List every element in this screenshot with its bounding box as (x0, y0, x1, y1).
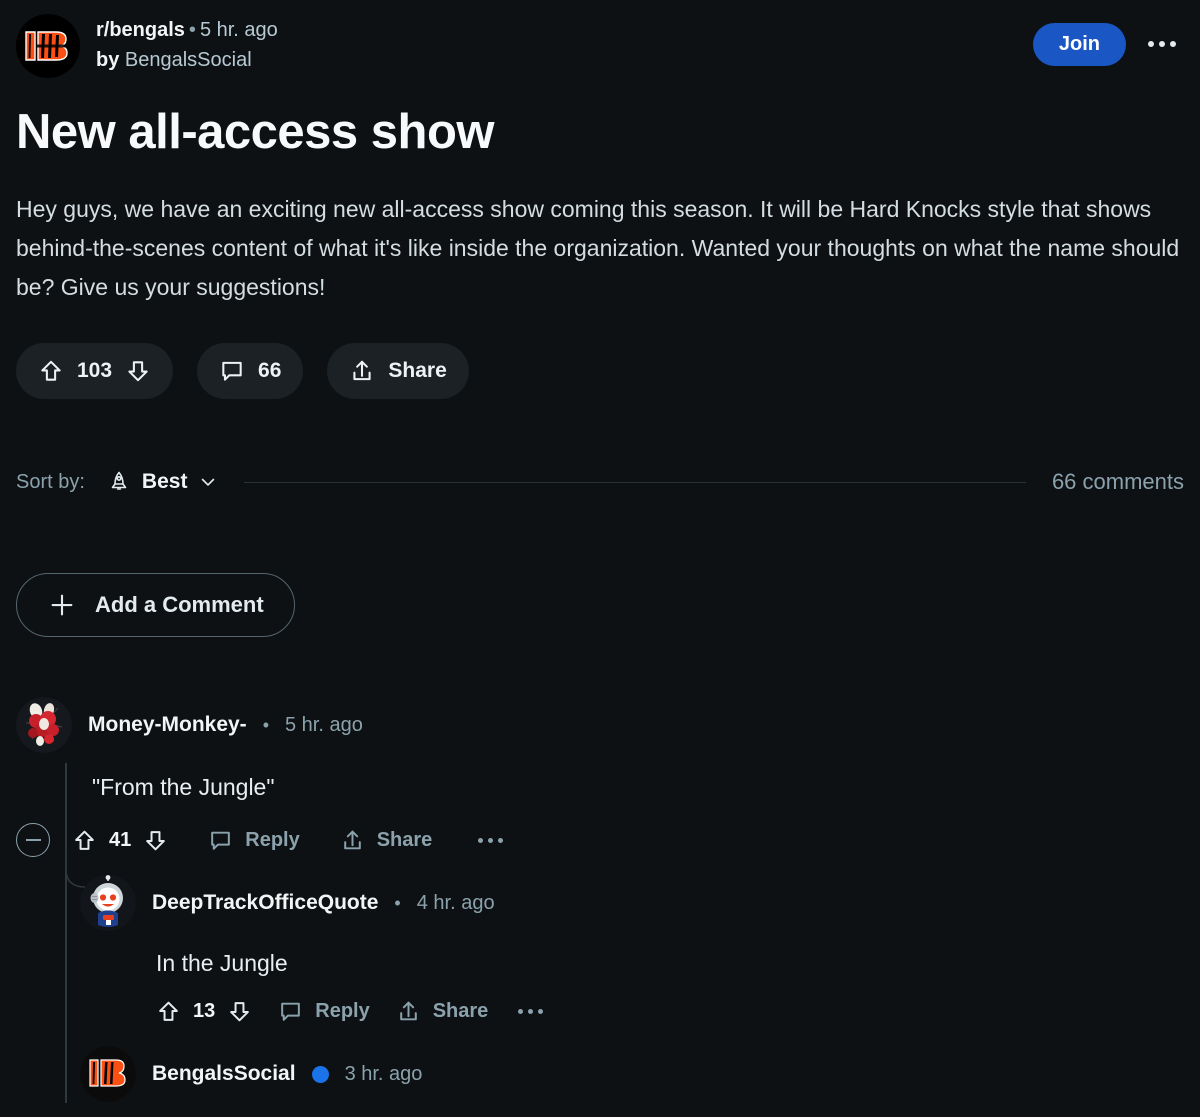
comment-vote-group: 41 (72, 828, 168, 853)
comments-pill[interactable]: 66 (197, 343, 304, 400)
chevron-down-icon (198, 472, 218, 492)
comment-separator: • (394, 892, 401, 913)
meta-separator: • (188, 19, 196, 41)
post-comment-count: 66 (258, 359, 282, 383)
kebab-dot (498, 837, 504, 843)
post-overflow-menu-icon[interactable] (1140, 22, 1184, 66)
reply-label: Reply (315, 1000, 370, 1023)
kebab-dot (518, 1009, 524, 1015)
rocket-icon (107, 470, 131, 494)
astronaut-snoo-avatar[interactable] (80, 875, 136, 932)
comment-score: 41 (109, 828, 132, 851)
share-arrow-icon (396, 999, 421, 1024)
verified-badge-icon (311, 1065, 329, 1083)
minus-bar (25, 839, 41, 842)
post-header-actions: Join (1032, 14, 1184, 66)
post-title: New all-access show (16, 105, 495, 159)
comment-body: "From the Jungle" (92, 774, 275, 801)
share-label: Share (432, 1000, 489, 1023)
post-body-text: Hey guys, we have an exciting new all-ac… (16, 196, 1180, 301)
comment-vote-group: 13 (156, 999, 252, 1024)
comment-overflow-menu-icon[interactable] (518, 1009, 544, 1015)
comment-action-bar: 41 Reply Share (16, 823, 1184, 858)
comment-bubble-icon (219, 358, 245, 384)
post-author-link[interactable]: BengalsSocial (125, 49, 252, 71)
comment-author[interactable]: Money-Monkey- (88, 713, 247, 737)
downvote-arrow-icon[interactable] (143, 828, 168, 853)
comment-reply-button[interactable]: Reply (208, 828, 300, 853)
comment-header: Money-Monkey- • 5 hr. ago (16, 697, 1184, 754)
collapse-minus-icon[interactable] (16, 823, 50, 858)
total-comments-label: 66 comments (1051, 469, 1184, 495)
comment-action-bar: 13 Reply Share (156, 999, 1184, 1024)
comment-author[interactable]: DeepTrackOfficeQuote (152, 891, 378, 915)
comment-author[interactable]: BengalsSocial (152, 1062, 296, 1086)
share-label: Share (388, 359, 447, 383)
post-meta: r/bengals • 5 hr. ago by BengalsSocial (96, 14, 1033, 74)
downvote-arrow-icon[interactable] (227, 999, 252, 1024)
post-meta-line-author: by BengalsSocial (96, 46, 1033, 74)
kebab-dot (1170, 41, 1176, 47)
comment-share-button[interactable]: Share (396, 999, 489, 1024)
comment-share-button[interactable]: Share (340, 828, 433, 853)
comment-header: DeepTrackOfficeQuote • 4 hr. ago (80, 875, 1184, 932)
reply-label: Reply (245, 828, 300, 851)
post-page: r/bengals • 5 hr. ago by BengalsSocial Joi… (0, 0, 1200, 1117)
comment-bubble-icon (278, 999, 303, 1024)
downvote-arrow-icon[interactable] (125, 358, 151, 384)
by-label: by (96, 49, 120, 71)
bengals-logo-avatar[interactable] (80, 1046, 136, 1103)
comment-score: 13 (193, 1000, 216, 1023)
post-meta-line-primary: r/bengals • 5 hr. ago (96, 17, 1033, 44)
kebab-dot (538, 1009, 544, 1015)
comment-body: In the Jungle (156, 950, 288, 977)
subreddit-link[interactable]: r/bengals (96, 19, 185, 41)
comments-list: Money-Monkey- • 5 hr. ago "From the Jung… (16, 697, 1184, 1104)
kebab-dot (1148, 41, 1154, 47)
sort-divider (244, 481, 1026, 483)
post-header: r/bengals • 5 hr. ago by BengalsSocial Joi… (16, 0, 1184, 78)
comment-bubble-icon (208, 828, 233, 853)
share-pill[interactable]: Share (327, 343, 469, 400)
sort-dropdown[interactable]: Best (107, 470, 219, 494)
comment-separator: • (262, 714, 269, 735)
kebab-dot (1159, 41, 1165, 47)
subreddit-avatar[interactable] (16, 14, 80, 78)
kebab-dot (488, 837, 494, 843)
sort-by-label: Sort by: (16, 470, 85, 493)
kebab-dot (528, 1009, 534, 1015)
plus-icon (47, 590, 77, 620)
sort-bar: Sort by: Best 66 comments (16, 469, 1184, 495)
add-comment-button[interactable]: Add a Comment (16, 573, 295, 638)
comment-reply: DeepTrackOfficeQuote • 4 hr. ago In the … (80, 875, 1184, 1024)
comment-thread-root: Money-Monkey- • 5 hr. ago "From the Jung… (16, 697, 1184, 858)
vote-pill: 103 (16, 343, 174, 400)
comment-overflow-menu-icon[interactable] (478, 837, 504, 843)
post-score: 103 (77, 359, 113, 383)
upvote-arrow-icon[interactable] (156, 999, 181, 1024)
upvote-arrow-icon[interactable] (72, 828, 97, 853)
kebab-dot (478, 837, 484, 843)
sort-value: Best (141, 470, 188, 494)
share-arrow-icon (349, 358, 375, 384)
share-arrow-icon (340, 828, 365, 853)
post-action-bar: 103 66 Share (16, 343, 1184, 400)
comment-age: 3 hr. ago (344, 1062, 423, 1085)
comment-age: 5 hr. ago (285, 713, 363, 736)
upvote-arrow-icon[interactable] (38, 358, 64, 384)
comment-header: BengalsSocial 3 hr. ago (80, 1046, 1184, 1103)
post-age: 5 hr. ago (199, 19, 278, 41)
add-comment-label: Add a Comment (95, 592, 264, 618)
comment-reply-button[interactable]: Reply (278, 999, 370, 1024)
money-monkey-avatar[interactable] (16, 697, 72, 754)
comment-reply-partial: BengalsSocial 3 hr. ago (80, 1046, 1184, 1103)
comment-age: 4 hr. ago (416, 891, 495, 914)
share-label: Share (376, 828, 433, 851)
join-button[interactable]: Join (1032, 22, 1126, 66)
